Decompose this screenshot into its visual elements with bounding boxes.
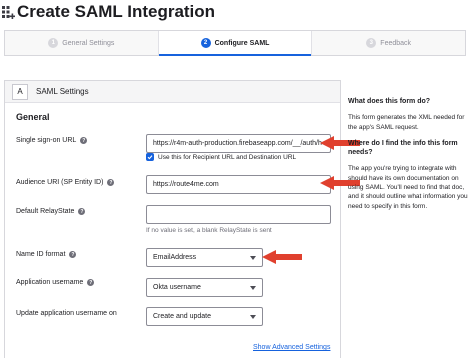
step-number: 2 [200, 38, 211, 48]
help-icon[interactable]: ? [69, 251, 77, 258]
page-title: Create SAML Integration [17, 2, 216, 21]
recipient-url-checkbox-row[interactable]: Use this for Recipient URL and Destinati… [146, 153, 296, 161]
select-value: EmailAddress [153, 254, 197, 261]
help-answer: This form generates the XML needed for t… [348, 114, 465, 131]
annotation-arrow-icon [262, 250, 302, 264]
help-icon[interactable]: ? [80, 137, 88, 144]
app-username-select[interactable]: Okta username [146, 278, 263, 297]
help-sidebar: What does this form do? This form genera… [348, 97, 468, 218]
update-username-label: Update application username on [16, 310, 117, 317]
app-grid-plus-icon [1, 5, 15, 19]
update-username-select[interactable]: Create and update [146, 307, 263, 326]
relay-state-label: Default RelayState ? [16, 208, 86, 215]
step-label: Feedback [380, 39, 412, 47]
select-value: Okta username [153, 284, 201, 291]
name-id-format-select[interactable]: EmailAddress [146, 248, 263, 267]
update-username-label-text: Update application username on [16, 310, 117, 317]
app-username-label: Application username ? [16, 279, 95, 286]
section-letter-badge: A [12, 83, 28, 100]
audience-uri-label: Audience URI (SP Entity ID) ? [16, 179, 115, 186]
show-advanced-settings-link[interactable]: Show Advanced Settings [253, 344, 330, 351]
panel-header: A SAML Settings [5, 81, 340, 103]
chevron-down-icon [250, 256, 256, 260]
step-label: General Settings [62, 39, 115, 47]
audience-uri-input[interactable]: https://route4me.com [146, 175, 331, 194]
step-configure-saml[interactable]: 2 Configure SAML [157, 31, 312, 56]
wizard-stepper: 1 General Settings 2 Configure SAML 3 Fe… [4, 30, 466, 56]
help-question: What does this form do? [348, 98, 431, 105]
name-id-format-label: Name ID format ? [16, 251, 77, 258]
select-value: Create and update [153, 313, 211, 320]
title-row: Create SAML Integration [0, 0, 215, 24]
step-number: 1 [48, 38, 59, 48]
name-id-format-label-text: Name ID format [16, 251, 66, 258]
help-question: Where do I find the info this form needs… [348, 139, 458, 157]
group-title: General [16, 112, 50, 122]
recipient-url-checkbox[interactable] [146, 153, 154, 161]
relay-state-label-text: Default RelayState [16, 208, 75, 215]
audience-uri-label-text: Audience URI (SP Entity ID) [16, 179, 104, 186]
chevron-down-icon [250, 315, 256, 319]
sso-url-label-text: Single sign-on URL [16, 137, 77, 144]
section-title: SAML Settings [36, 87, 89, 96]
help-answer: The app you're trying to integrate with … [348, 165, 468, 210]
step-number: 3 [366, 38, 377, 48]
app-username-label-text: Application username [16, 279, 84, 286]
relay-state-hint: If no value is set, a blank RelayState i… [146, 227, 272, 234]
saml-settings-panel: A SAML Settings General Single sign-on U… [4, 80, 341, 358]
checkbox-label: Use this for Recipient URL and Destinati… [158, 153, 297, 161]
help-icon[interactable]: ? [78, 208, 86, 215]
relay-state-input[interactable] [146, 205, 331, 224]
step-general-settings[interactable]: 1 General Settings [5, 31, 158, 55]
sso-url-label: Single sign-on URL ? [16, 137, 88, 144]
help-icon[interactable]: ? [107, 179, 115, 186]
chevron-down-icon [250, 286, 256, 290]
help-icon[interactable]: ? [87, 279, 95, 286]
step-feedback[interactable]: 3 Feedback [311, 31, 465, 55]
step-label: Configure SAML [214, 39, 270, 47]
sso-url-input[interactable]: https://r4m-auth-production.firebaseapp.… [146, 134, 331, 153]
